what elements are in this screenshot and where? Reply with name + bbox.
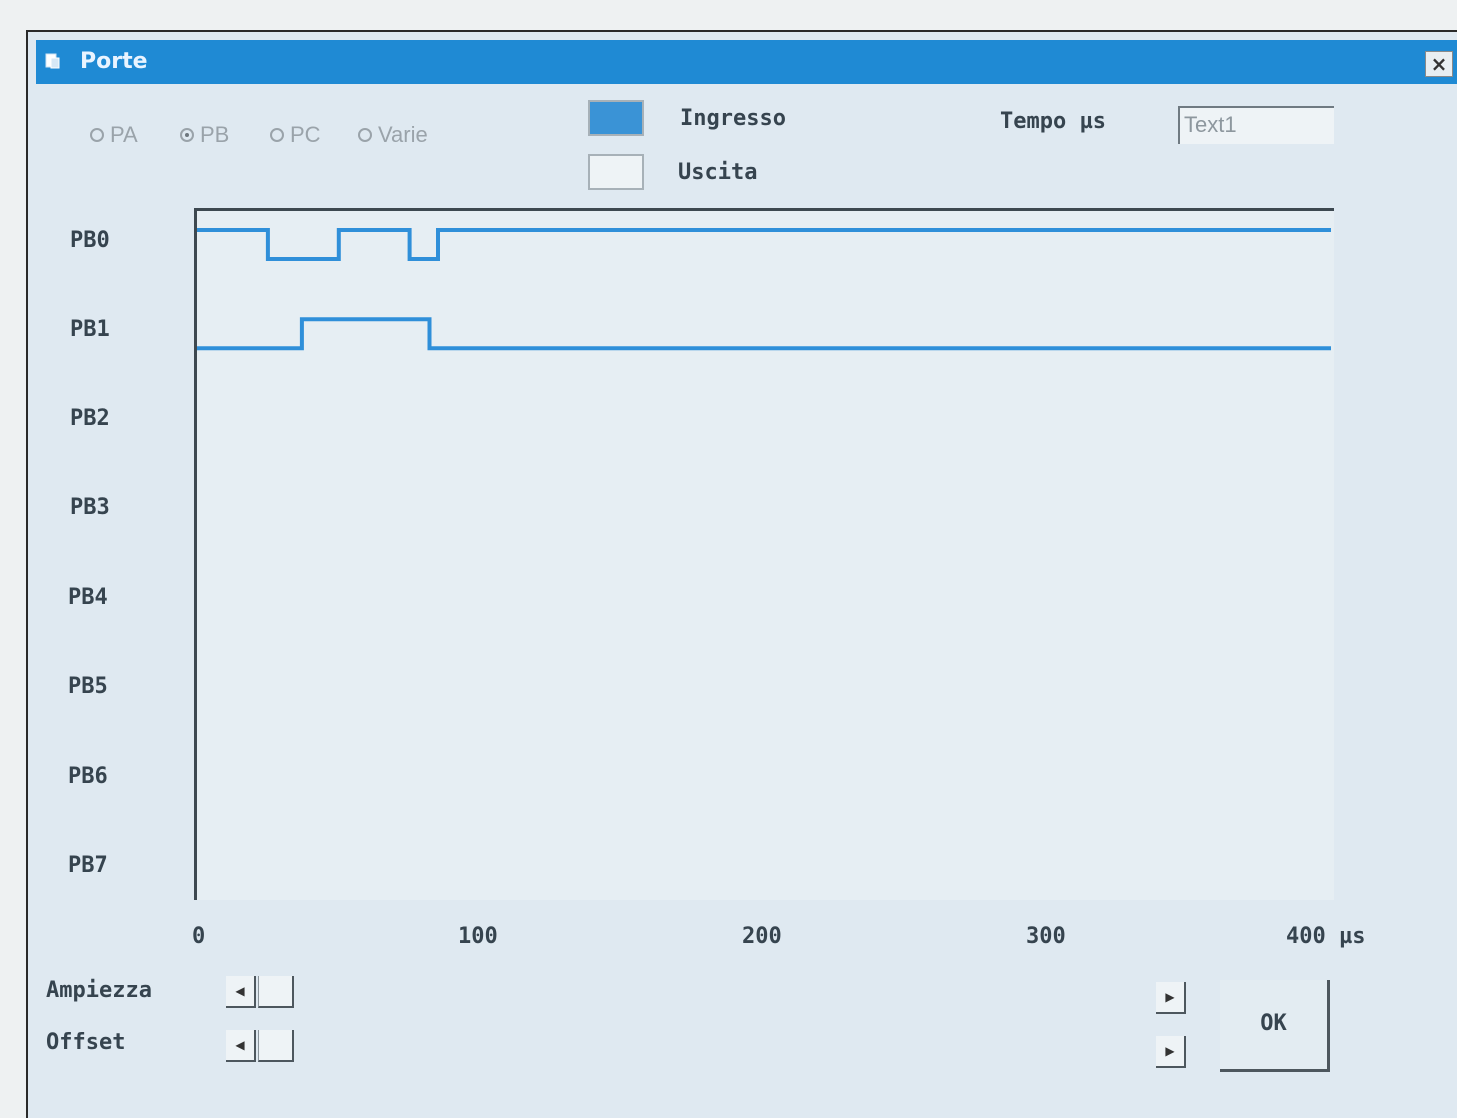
radio-circle-icon <box>180 128 194 142</box>
radio-label: Varie <box>378 122 428 147</box>
radio-pb[interactable]: PB <box>180 120 229 150</box>
title-bar: Porte × <box>36 40 1457 84</box>
output-legend-label: Uscita <box>678 160 758 185</box>
ok-button[interactable]: OK <box>1220 980 1330 1072</box>
x-tick-label: 300 <box>1026 924 1066 949</box>
radio-varie[interactable]: Varie <box>358 120 428 150</box>
radio-pc[interactable]: PC <box>270 120 321 150</box>
signal-label: PB7 <box>68 853 108 878</box>
x-tick-label: 400 µs <box>1286 924 1366 949</box>
signal-label: PB0 <box>70 228 110 253</box>
porte-window: Porte × PA PB PC Varie Ingresso Uscita T… <box>26 30 1457 1118</box>
radio-circle-icon <box>90 128 104 142</box>
time-input[interactable]: Text1 <box>1178 106 1334 144</box>
amplitude-scroll-thumb[interactable] <box>258 976 294 1008</box>
signal-label: PB5 <box>68 674 108 699</box>
radio-pa[interactable]: PA <box>90 120 138 150</box>
timing-plot <box>194 208 1334 900</box>
output-color-swatch <box>588 154 644 190</box>
signal-label: PB1 <box>70 317 110 342</box>
amplitude-label: Ampiezza <box>46 978 152 1003</box>
radio-label: PB <box>200 122 230 147</box>
offset-scroll-right-button[interactable]: ▶ <box>1156 1036 1186 1068</box>
waveform-pb0 <box>197 228 1331 261</box>
x-tick-label: 100 <box>458 924 498 949</box>
input-legend-label: Ingresso <box>680 106 786 131</box>
radio-label: PA <box>110 122 138 147</box>
radio-circle-icon <box>358 128 372 142</box>
input-color-swatch <box>588 100 644 136</box>
offset-scroll-left-button[interactable]: ◀ <box>226 1030 256 1062</box>
signal-label: PB6 <box>68 764 108 789</box>
window-title: Porte <box>80 49 148 74</box>
signal-label: PB2 <box>70 406 110 431</box>
amplitude-scroll-right-button[interactable]: ▶ <box>1156 982 1186 1014</box>
time-label: Tempo µs <box>1000 109 1106 134</box>
offset-scroll-thumb[interactable] <box>258 1030 294 1062</box>
close-button[interactable]: × <box>1425 51 1453 77</box>
waveform-chart <box>197 228 1331 351</box>
signal-label: PB3 <box>70 495 110 520</box>
window-icon <box>45 53 60 69</box>
signal-label: PB4 <box>68 585 108 610</box>
radio-circle-icon <box>270 128 284 142</box>
x-tick-label: 0 <box>192 924 206 949</box>
x-tick-label: 200 <box>742 924 782 949</box>
offset-label: Offset <box>46 1030 126 1055</box>
radio-label: PC <box>290 122 321 147</box>
amplitude-scroll-left-button[interactable]: ◀ <box>226 976 256 1008</box>
waveform-pb1 <box>197 317 1331 351</box>
